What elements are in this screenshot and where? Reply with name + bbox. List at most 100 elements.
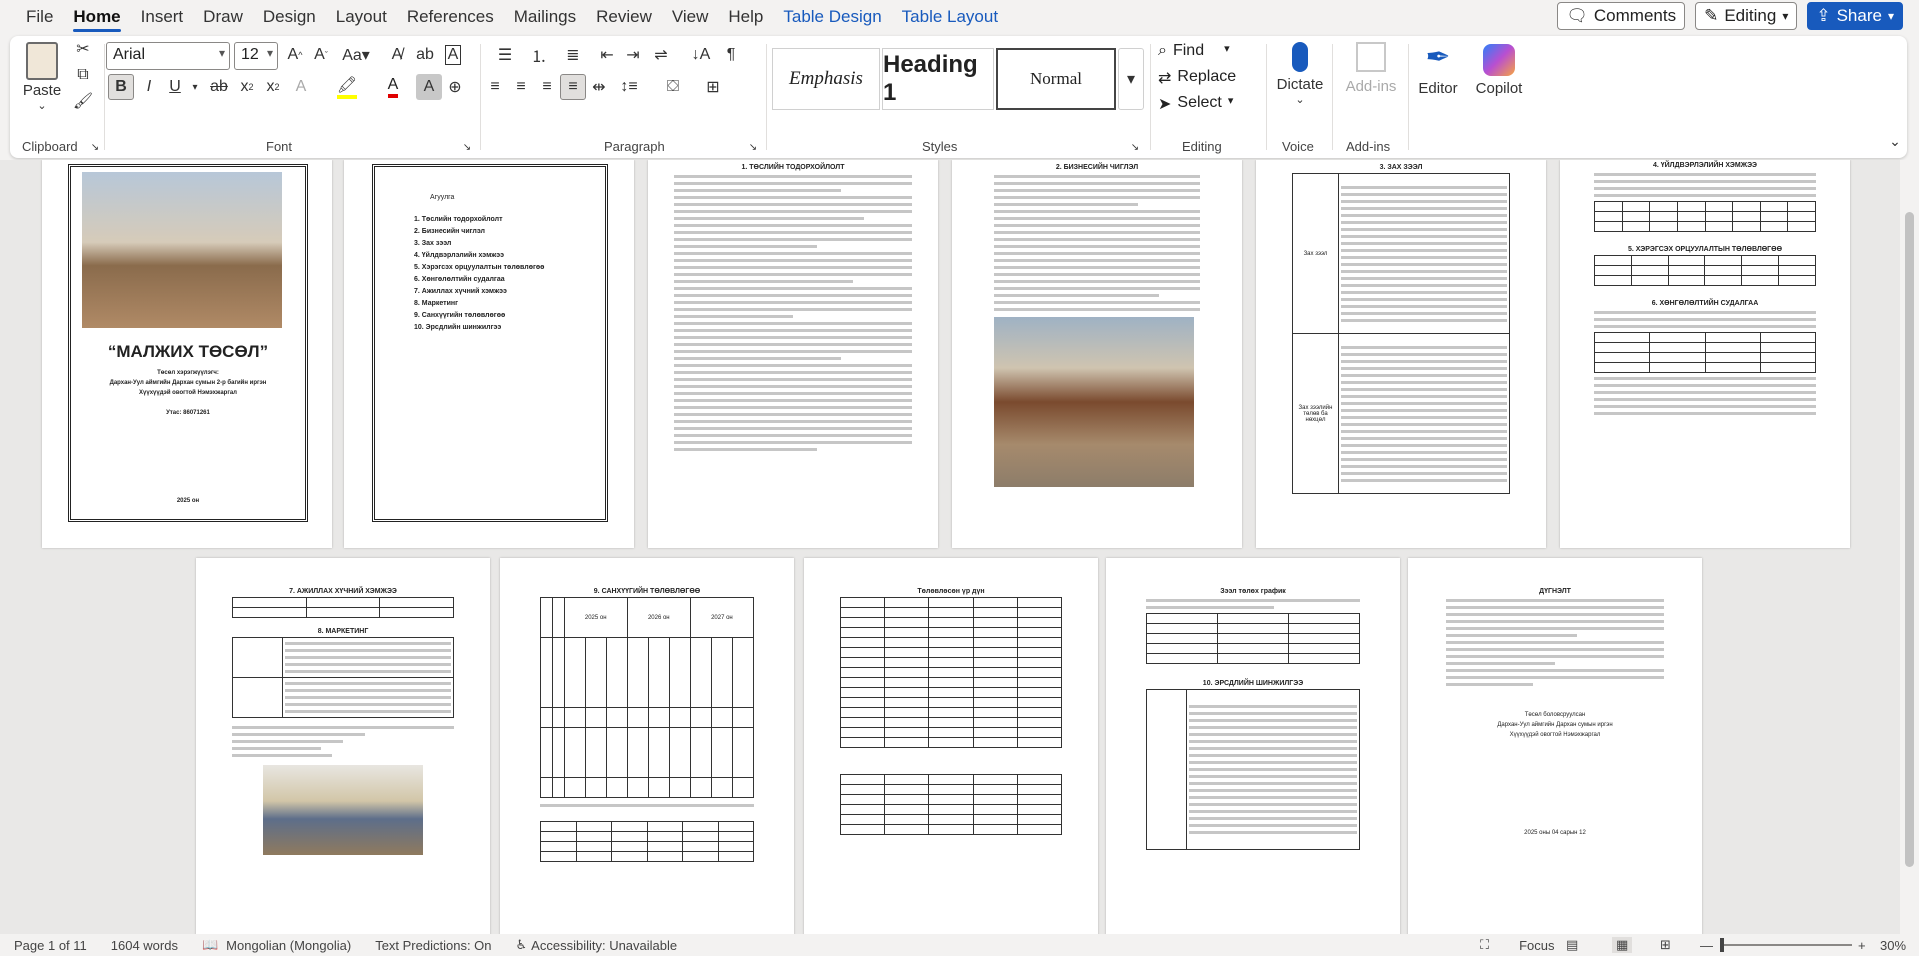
sort-icon[interactable]: ↓A xyxy=(688,42,714,68)
collapse-ribbon-icon[interactable]: ⌄ xyxy=(1882,128,1908,154)
page-3[interactable]: 1. ТӨСЛИЙН ТОДОРХОЙЛОЛТ xyxy=(648,160,938,548)
page-2-toc[interactable]: Агуулга 1. Төслийн тодорхойлолт 2. Бизнес… xyxy=(344,160,634,548)
zoom-slider-thumb[interactable] xyxy=(1720,938,1724,952)
tab-insert[interactable]: Insert xyxy=(141,0,184,34)
strikethrough-button[interactable]: ab xyxy=(206,74,232,100)
text-predictions-status[interactable]: Text Predictions: On xyxy=(375,938,491,953)
editing-mode-button[interactable]: ✎ Editing ▾ xyxy=(1695,2,1798,30)
tab-layout[interactable]: Layout xyxy=(336,0,387,34)
tab-view[interactable]: View xyxy=(672,0,709,34)
change-case-icon[interactable]: Aa▾ xyxy=(338,42,374,68)
zoom-in-icon[interactable]: + xyxy=(1858,938,1866,953)
chevron-down-icon[interactable]: ▾ xyxy=(182,74,208,100)
shading-icon[interactable]: A xyxy=(416,74,442,100)
font-color-icon[interactable]: A xyxy=(380,74,406,100)
bullets-icon[interactable]: ☰ xyxy=(492,42,518,68)
decrease-indent-icon[interactable]: ⇤ xyxy=(594,42,620,68)
tab-design[interactable]: Design xyxy=(263,0,316,34)
print-layout-icon[interactable]: ▦ xyxy=(1612,937,1633,953)
find-button[interactable]: ⌕ Find ▾ xyxy=(1158,42,1230,60)
focus-button[interactable]: ⛶ Focus xyxy=(1480,937,1579,953)
character-border-icon[interactable]: A xyxy=(440,42,466,68)
tab-references[interactable]: References xyxy=(407,0,494,34)
tab-mailings[interactable]: Mailings xyxy=(514,0,576,34)
page-9[interactable]: Төлөвлөсөн үр дүн xyxy=(804,558,1098,934)
numbering-icon[interactable]: ⒈ xyxy=(526,42,552,68)
cut-icon[interactable]: ✂ xyxy=(70,36,96,62)
page-10[interactable]: Зээл төлөх график 10. ЭРСДЛИЙН ШИНЖИЛГЭЭ xyxy=(1106,558,1400,934)
chevron-down-icon: ▾ xyxy=(1887,9,1894,23)
grow-font-icon[interactable]: A ^ xyxy=(282,42,308,68)
multilevel-list-icon[interactable]: ≣ xyxy=(560,42,586,68)
justify-icon[interactable]: ≡ xyxy=(560,74,586,100)
page-count[interactable]: Page 1 of 11 xyxy=(14,938,87,953)
show-marks-icon[interactable]: ¶ xyxy=(718,42,744,68)
bold-button[interactable]: B xyxy=(108,74,134,100)
copy-icon[interactable]: ⧉ xyxy=(70,62,96,88)
enclose-character-icon[interactable]: ⊕ xyxy=(442,74,468,100)
align-left-icon[interactable]: ≡ xyxy=(482,74,508,100)
tab-draw[interactable]: Draw xyxy=(203,0,243,34)
web-layout-icon[interactable]: ⊞ xyxy=(1660,937,1671,953)
paint-bucket-icon[interactable]: ⛋ xyxy=(660,74,686,100)
borders-icon[interactable]: ⊞ xyxy=(700,74,726,100)
zoom-out-icon[interactable]: — xyxy=(1700,938,1713,953)
align-right-icon[interactable]: ≡ xyxy=(534,74,560,100)
text-direction-icon[interactable]: ⇌ xyxy=(648,42,674,68)
replace-button[interactable]: ⇄ Replace xyxy=(1158,68,1236,88)
paste-button[interactable]: Paste ⌄ xyxy=(18,42,66,112)
share-button[interactable]: ⇪ Share ▾ xyxy=(1807,2,1903,30)
page-5[interactable]: 3. ЗАХ ЗЭЭЛ Зах зээл Зах зээлийн төлөв б… xyxy=(1256,160,1546,548)
page-7[interactable]: 7. АЖИЛЛАХ ХҮЧНИЙ ХЭМЖЭЭ 8. МАРКЕТИНГ xyxy=(196,558,490,934)
tab-file[interactable]: File xyxy=(26,0,53,34)
dialog-launcher-icon[interactable]: ↘ xyxy=(1122,134,1148,160)
copilot-button[interactable]: Copilot xyxy=(1470,40,1528,97)
font-size-dropdown[interactable]: 12 ▾ xyxy=(234,42,278,70)
accessibility-status[interactable]: Accessibility: Unavailable xyxy=(531,938,677,953)
page-1-cover[interactable]: “МАЛЖИХ ТӨСӨЛ” Төсөл хэрэгжүүлэгч: Дарха… xyxy=(42,160,332,548)
tab-help[interactable]: Help xyxy=(728,0,763,34)
select-button[interactable]: ➤ Select ▾ xyxy=(1158,94,1233,114)
tab-home[interactable]: Home xyxy=(73,0,121,34)
dialog-launcher-icon[interactable]: ↘ xyxy=(740,134,766,160)
comments-button[interactable]: 🗨 Comments xyxy=(1557,2,1686,30)
dialog-launcher-icon[interactable]: ↘ xyxy=(454,134,480,160)
style-normal[interactable]: Normal xyxy=(996,48,1116,110)
editor-button[interactable]: ✒ Editor xyxy=(1412,40,1464,97)
page-6[interactable]: 4. ҮЙЛДВЭРЛЭЛИЙН ХЭМЖЭЭ 5. ХЭРЭГСЭХ ОРЦУ… xyxy=(1560,160,1850,548)
text-effects-icon[interactable]: A xyxy=(288,74,314,100)
increase-indent-icon[interactable]: ⇥ xyxy=(620,42,646,68)
word-count[interactable]: 1604 words xyxy=(111,938,178,953)
language-status[interactable]: Mongolian (Mongolia) xyxy=(226,938,351,953)
italic-button[interactable]: I xyxy=(136,74,162,100)
page-11[interactable]: ДҮГНЭЛТ Төсөл боловсруулсан Дархан-Уул а… xyxy=(1408,558,1702,934)
shrink-font-icon[interactable]: Aˇ xyxy=(308,42,334,68)
zoom-level[interactable]: 30% xyxy=(1880,938,1906,953)
format-painter-icon[interactable]: 🖌 xyxy=(70,88,96,114)
addins-button[interactable]: Add-ins xyxy=(1340,40,1402,95)
font-name-dropdown[interactable]: Arial ▾ xyxy=(106,42,230,70)
page-4[interactable]: 2. БИЗНЕСИЙН ЧИГЛЭЛ xyxy=(952,160,1242,548)
vertical-scrollbar[interactable] xyxy=(1900,160,1919,934)
align-center-icon[interactable]: ≡ xyxy=(508,74,534,100)
tab-table-layout[interactable]: Table Layout xyxy=(902,0,998,34)
scrollbar-thumb[interactable] xyxy=(1905,212,1914,867)
phonetic-guide-icon[interactable]: ab xyxy=(412,42,438,68)
dictate-button[interactable]: Dictate ⌄ xyxy=(1272,40,1328,106)
document-canvas[interactable]: “МАЛЖИХ ТӨСӨЛ” Төсөл хэрэгжүүлэгч: Дарха… xyxy=(0,160,1900,934)
clear-formatting-icon[interactable]: A̸ xyxy=(384,42,410,68)
style-emphasis[interactable]: Emphasis xyxy=(772,48,880,110)
style-heading-1[interactable]: Heading 1 xyxy=(882,48,994,110)
highlight-color-icon[interactable]: 🖍 xyxy=(334,74,360,100)
subscript-button[interactable]: x2 xyxy=(234,74,260,100)
tab-review[interactable]: Review xyxy=(596,0,652,34)
superscript-button[interactable]: x2 xyxy=(260,74,286,100)
tab-table-design[interactable]: Table Design xyxy=(783,0,881,34)
proofing-icon[interactable]: 📖 xyxy=(202,937,218,953)
line-spacing-icon[interactable]: ↕≡ xyxy=(616,74,642,100)
zoom-slider[interactable] xyxy=(1720,938,1852,952)
distributed-icon[interactable]: ⇹ xyxy=(586,74,612,100)
styles-gallery-more-icon[interactable]: ▾ xyxy=(1118,48,1144,110)
page-8[interactable]: 9. САНХҮҮГИЙН ТӨЛӨВЛӨГӨӨ 2025 он 2026 он 2… xyxy=(500,558,794,934)
read-mode-icon[interactable]: ▤ xyxy=(1566,937,1578,953)
